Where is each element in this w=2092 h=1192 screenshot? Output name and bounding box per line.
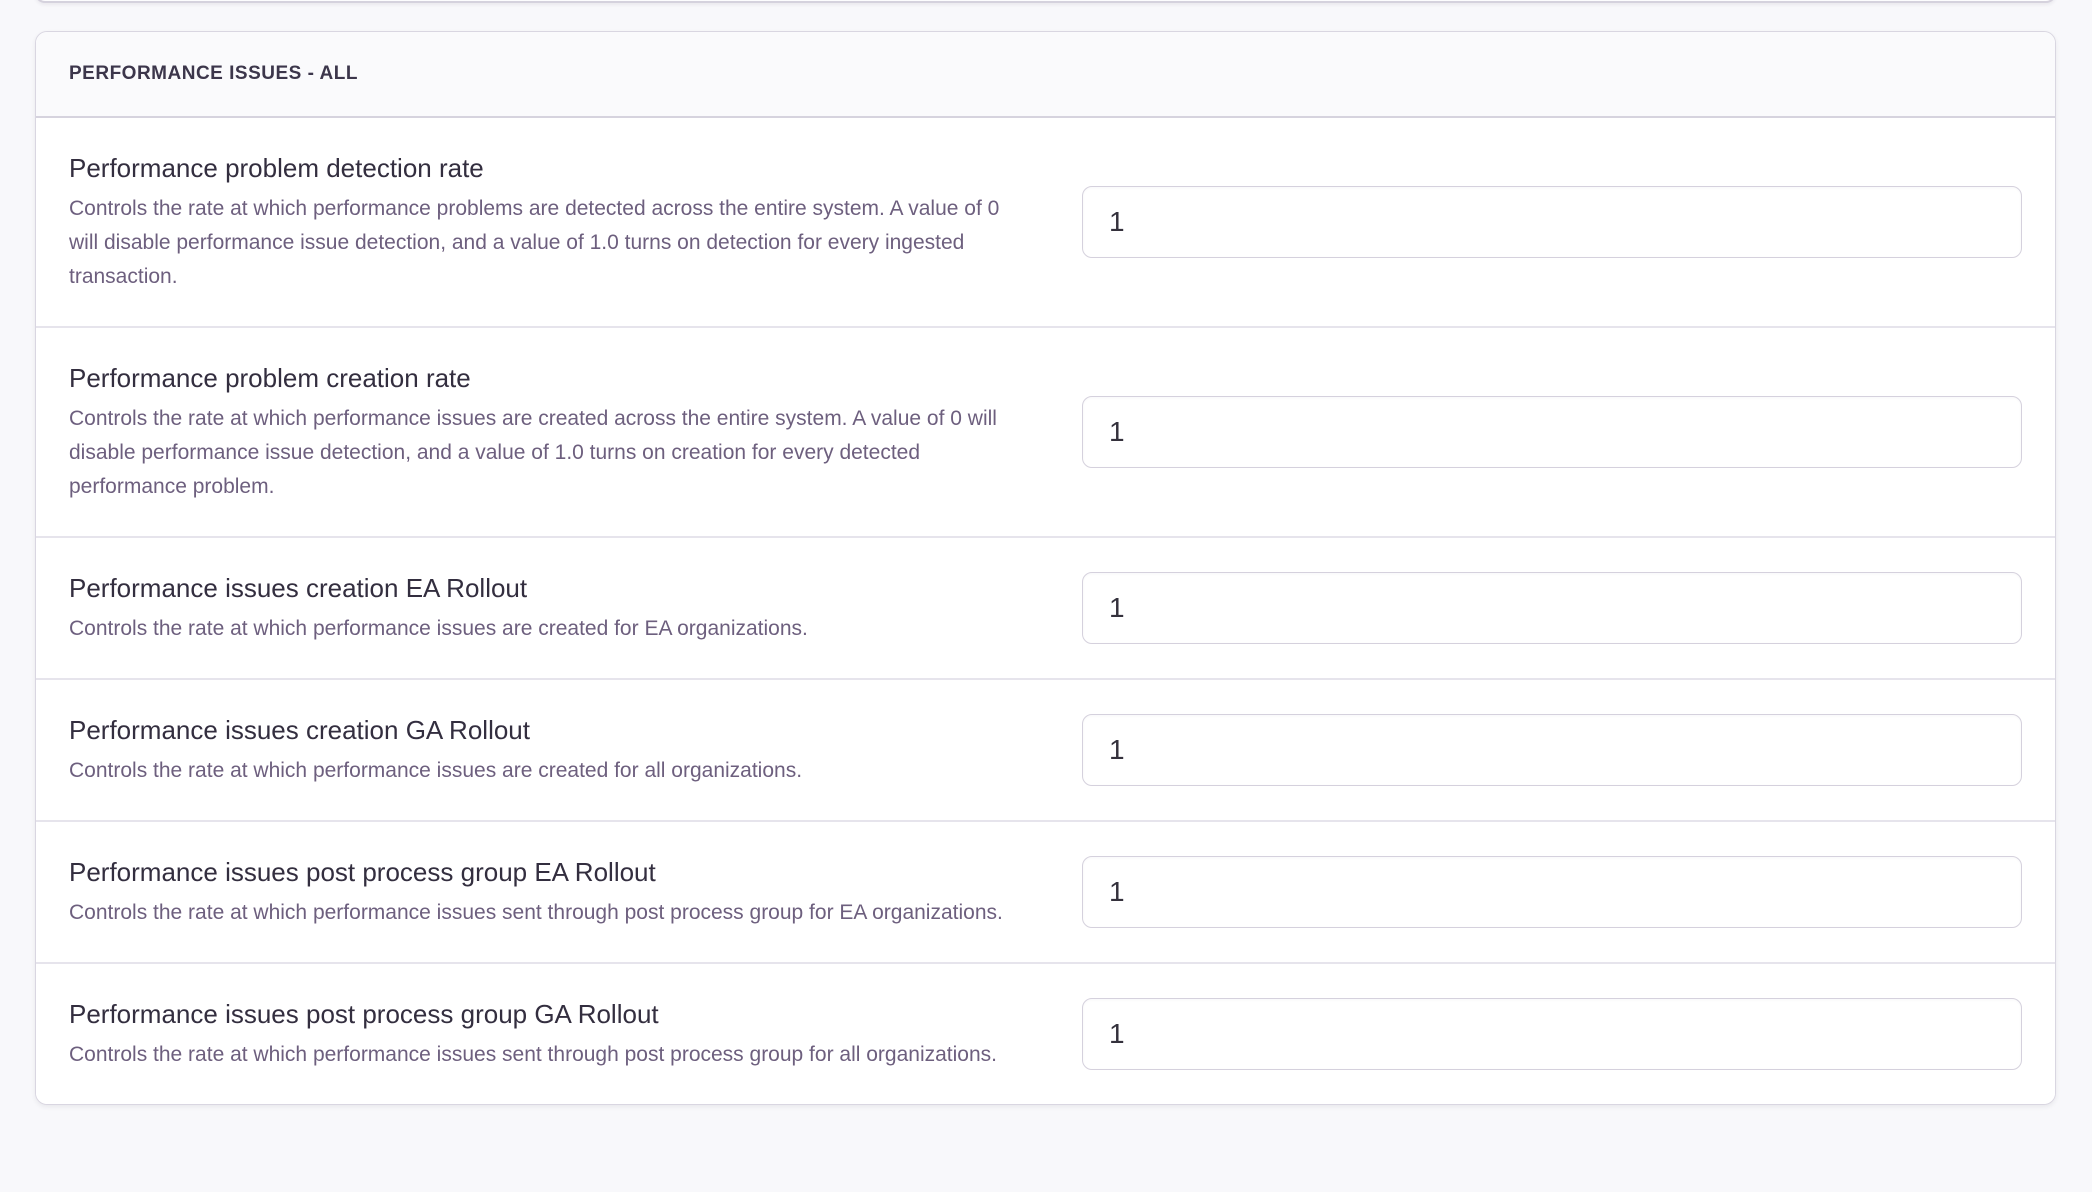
field-description: Controls the rate at which performance i…: [69, 896, 1019, 930]
field-description: Controls the rate at which performance i…: [69, 754, 1019, 788]
field-text: Performance problem creation rate Contro…: [69, 360, 1024, 504]
setting-row: Performance issues creation GA Rollout C…: [36, 678, 2055, 820]
panel-header: PERFORMANCE ISSUES - ALL: [36, 32, 2055, 118]
field-value-input[interactable]: [1082, 572, 2022, 644]
field-text: Performance issues creation GA Rollout C…: [69, 712, 1024, 788]
field-description: Controls the rate at which performance i…: [69, 402, 1019, 504]
setting-row: Performance issues post process group GA…: [36, 962, 2055, 1104]
field-text: Performance issues creation EA Rollout C…: [69, 570, 1024, 646]
field-text: Performance problem detection rate Contr…: [69, 150, 1024, 294]
field-value-input[interactable]: [1082, 396, 2022, 468]
panel-title: PERFORMANCE ISSUES - ALL: [69, 63, 358, 85]
field-description: Controls the rate at which performance i…: [69, 1038, 1019, 1072]
field-value-input[interactable]: [1082, 856, 2022, 928]
field-text: Performance issues post process group GA…: [69, 996, 1024, 1072]
setting-row: Performance issues creation EA Rollout C…: [36, 536, 2055, 678]
field-value-input[interactable]: [1082, 186, 2022, 258]
previous-card-bottom-edge: [35, 0, 2056, 3]
field-value-input[interactable]: [1082, 714, 2022, 786]
settings-rows: Performance problem detection rate Contr…: [36, 118, 2055, 1104]
performance-issues-settings-panel: PERFORMANCE ISSUES - ALL Performance pro…: [35, 31, 2056, 1105]
field-description: Controls the rate at which performance p…: [69, 192, 1019, 294]
field-label: Performance issues creation GA Rollout: [69, 712, 1024, 748]
field-value-input[interactable]: [1082, 998, 2022, 1070]
setting-row: Performance issues post process group EA…: [36, 820, 2055, 962]
field-label: Performance issues post process group EA…: [69, 854, 1024, 890]
field-label: Performance problem detection rate: [69, 150, 1024, 186]
field-description: Controls the rate at which performance i…: [69, 612, 1019, 646]
setting-row: Performance problem creation rate Contro…: [36, 326, 2055, 536]
setting-row: Performance problem detection rate Contr…: [36, 118, 2055, 326]
field-label: Performance issues post process group GA…: [69, 996, 1024, 1032]
field-label: Performance issues creation EA Rollout: [69, 570, 1024, 606]
field-text: Performance issues post process group EA…: [69, 854, 1024, 930]
field-label: Performance problem creation rate: [69, 360, 1024, 396]
